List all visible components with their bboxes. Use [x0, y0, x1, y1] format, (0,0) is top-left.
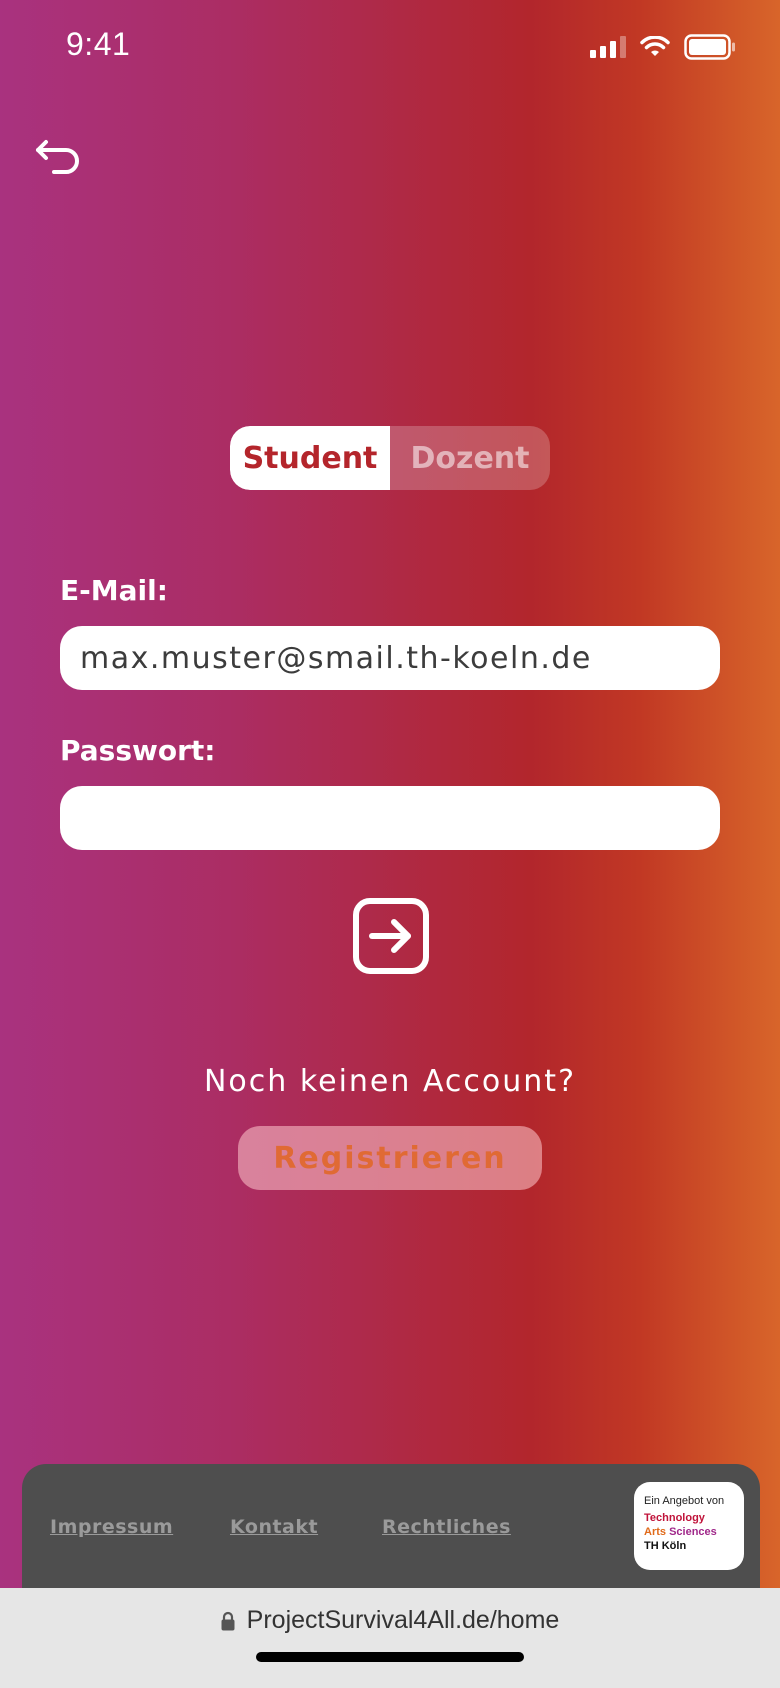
login-arrow-icon[interactable] — [352, 897, 430, 975]
logo-line-2: Technology — [644, 1512, 705, 1524]
role-toggle: Student Dozent — [230, 426, 550, 490]
logo-sciences: Sciences — [669, 1526, 717, 1538]
register-button[interactable]: Registrieren — [238, 1126, 542, 1190]
password-field[interactable] — [60, 786, 720, 850]
signal-icon — [590, 36, 626, 58]
th-koeln-logo: Ein Angebot von Technology Arts Sciences… — [634, 1482, 744, 1570]
footer-link-kontakt[interactable]: Kontakt — [230, 1516, 318, 1538]
lock-icon — [221, 1611, 235, 1630]
logo-line-4: TH Köln — [644, 1540, 687, 1552]
logo-arts: Arts — [644, 1526, 667, 1538]
browser-url-bar — [0, 1588, 780, 1688]
no-account-text: Noch keinen Account? — [203, 1064, 576, 1099]
email-label: E-Mail: — [60, 574, 168, 607]
logo-line-1: Ein Angebot von — [644, 1495, 725, 1507]
battery-icon — [684, 34, 735, 60]
tab-student[interactable]: Student — [230, 426, 390, 490]
wifi-icon — [640, 36, 670, 56]
back-arrow-icon[interactable] — [32, 128, 88, 176]
url-text: ProjectSurvival4All.de/home — [246, 1606, 560, 1634]
home-indicator[interactable] — [256, 1652, 524, 1662]
password-label: Passwort: — [60, 734, 216, 767]
status-icons — [590, 34, 736, 60]
tab-dozent[interactable]: Dozent — [390, 426, 550, 490]
status-time: 9:41 — [66, 26, 131, 62]
footer-link-impressum[interactable]: Impressum — [50, 1516, 173, 1538]
email-field[interactable]: max.muster@smail.th-koeln.de — [60, 626, 720, 690]
footer-link-rechtliches[interactable]: Rechtliches — [382, 1516, 511, 1538]
url-display[interactable]: ProjectSurvival4All.de/home — [0, 1606, 780, 1635]
